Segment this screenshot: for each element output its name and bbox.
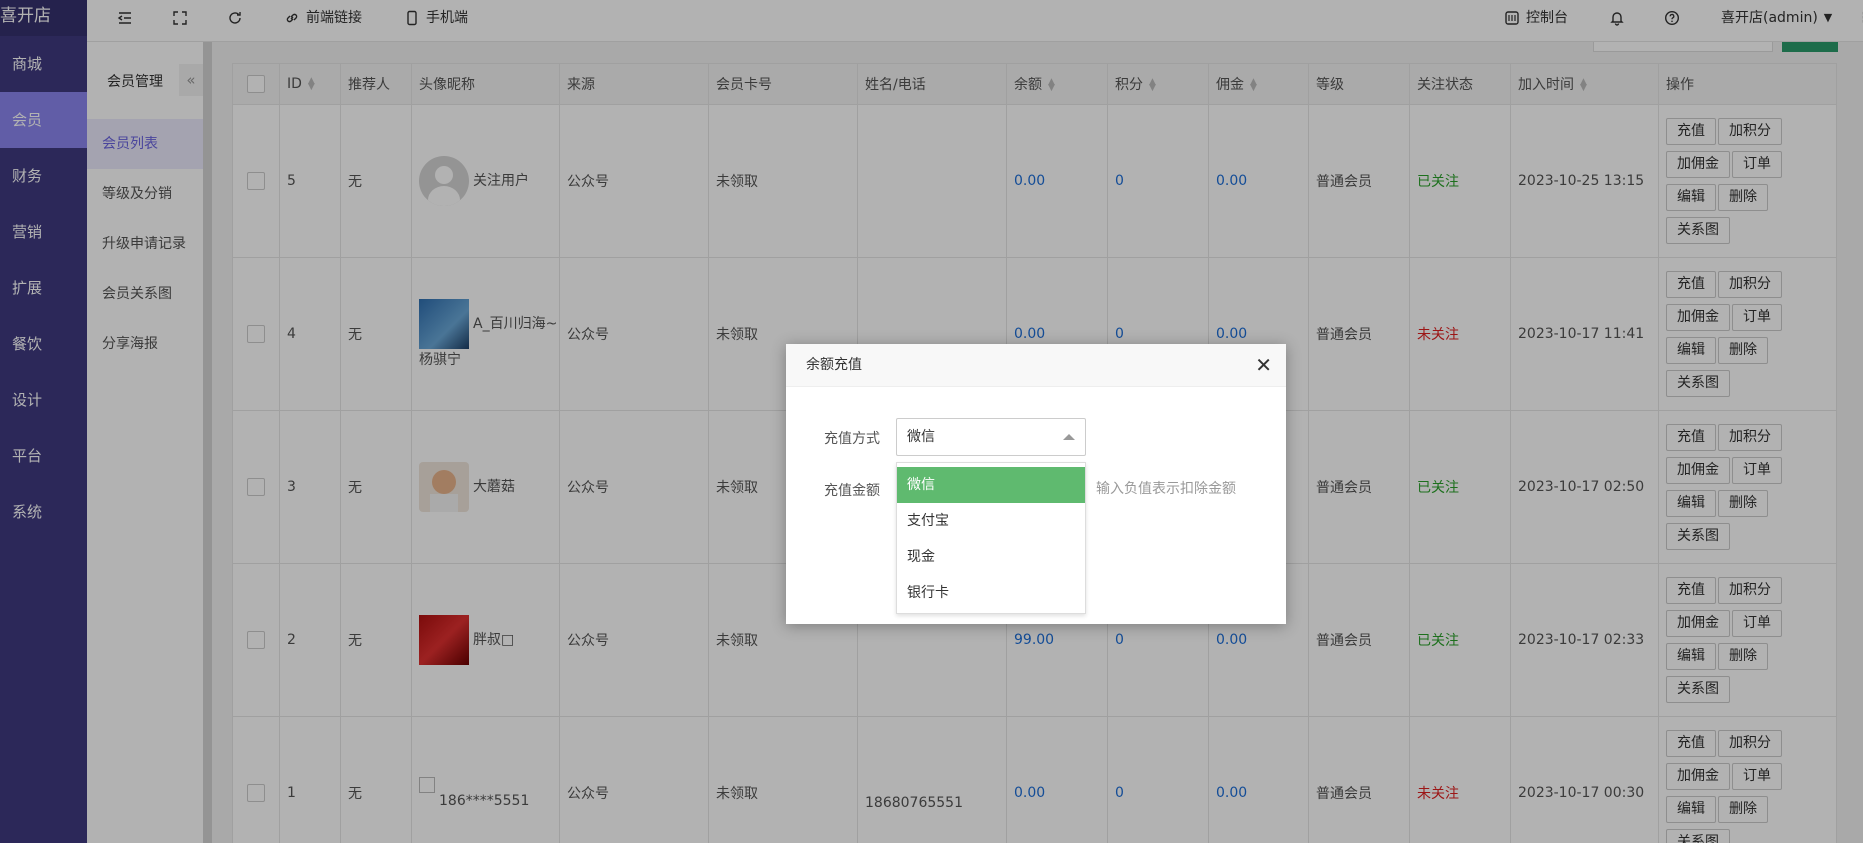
- chevron-up-icon: [1063, 434, 1075, 440]
- method-selected-value: 微信: [907, 429, 935, 445]
- amount-input[interactable]: 输入负值表示扣除金额: [1096, 478, 1236, 498]
- dialog-header: 余额充值 ✕: [786, 344, 1286, 387]
- dialog-title: 余额充值: [806, 357, 862, 373]
- method-select[interactable]: 微信: [896, 418, 1086, 456]
- option-wechat[interactable]: 微信: [897, 467, 1085, 503]
- option-alipay[interactable]: 支付宝: [897, 503, 1085, 539]
- amount-label: 充值金额: [824, 483, 880, 499]
- option-cash[interactable]: 现金: [897, 539, 1085, 575]
- recharge-dialog: 余额充值 ✕ 充值方式 微信 充值金额 输入负值表示扣除金额 微信 支付宝 现金…: [786, 344, 1286, 624]
- close-icon[interactable]: ✕: [1255, 344, 1272, 387]
- method-dropdown: 微信 支付宝 现金 银行卡: [896, 462, 1086, 614]
- option-bank-card[interactable]: 银行卡: [897, 575, 1085, 611]
- method-label: 充值方式: [824, 431, 880, 447]
